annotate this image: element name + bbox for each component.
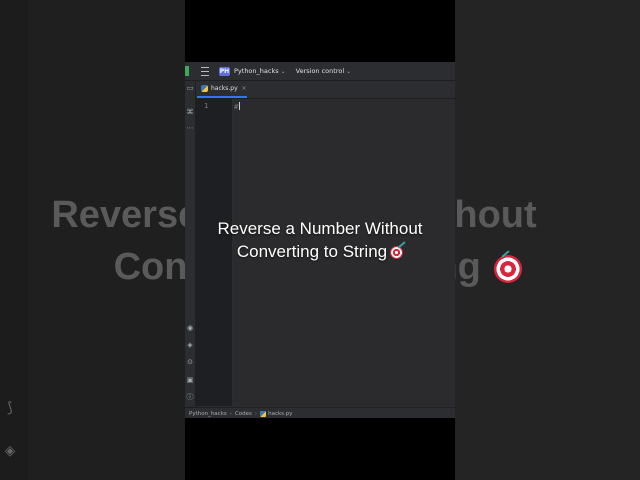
- tab-label: hacks.py: [211, 85, 238, 92]
- structure-icon[interactable]: ⌘: [185, 108, 195, 117]
- window-control-icon[interactable]: [185, 66, 189, 76]
- breadcrumb-project[interactable]: Python_hacks: [189, 411, 227, 417]
- problems-icon[interactable]: ⓘ: [185, 393, 195, 402]
- video-caption-line1: Reverse a Number Without: [217, 219, 423, 238]
- python-file-icon: [201, 85, 208, 92]
- line-number: 1: [204, 102, 209, 110]
- breadcrumb-separator: ›: [229, 410, 232, 417]
- folder-icon[interactable]: ▭: [185, 84, 195, 93]
- breadcrumb-file[interactable]: hacks.py: [268, 411, 292, 417]
- code-line[interactable]: #: [234, 102, 241, 111]
- version-control-dropdown[interactable]: Version control: [296, 67, 345, 75]
- chevron-down-icon[interactable]: ⌄: [346, 68, 351, 75]
- more-icon[interactable]: ⋯: [185, 124, 195, 133]
- chevron-down-icon[interactable]: ⌄: [281, 68, 286, 75]
- python-file-icon: [260, 410, 267, 417]
- breadcrumb-folder[interactable]: Codes: [235, 411, 252, 417]
- target-emoji-icon: [390, 246, 404, 259]
- ide-window: PH Python_hacks ⌄ Version control ⌄ hack…: [185, 62, 455, 418]
- layers-icon[interactable]: ◈: [185, 341, 195, 350]
- status-bar: Python_hacks › Codes › hacks.py: [185, 407, 455, 418]
- editor-tab-bar: hacks.py ×: [185, 81, 455, 99]
- python-packages-icon[interactable]: ◉: [185, 324, 195, 333]
- python-icon: ⟆: [7, 400, 13, 416]
- target-emoji-icon: [494, 255, 523, 283]
- close-icon[interactable]: ×: [242, 85, 247, 92]
- video-caption-line2: Converting to String: [185, 241, 455, 263]
- main-menu-icon[interactable]: [201, 66, 209, 76]
- services-icon[interactable]: ⊙: [185, 358, 195, 367]
- text-caret: [239, 102, 241, 110]
- breadcrumb-separator: ›: [254, 410, 258, 417]
- terminal-icon[interactable]: ▣: [185, 376, 195, 385]
- project-name-dropdown[interactable]: Python_hacks: [234, 67, 279, 75]
- video-frame: PH Python_hacks ⌄ Version control ⌄ hack…: [185, 0, 455, 480]
- title-bar: PH Python_hacks ⌄ Version control ⌄: [185, 62, 455, 81]
- project-badge[interactable]: PH: [219, 66, 230, 76]
- tab-hacks-py[interactable]: hacks.py ×: [197, 81, 247, 98]
- background-right-panel: [455, 0, 640, 480]
- layers-icon: ◈: [4, 443, 16, 459]
